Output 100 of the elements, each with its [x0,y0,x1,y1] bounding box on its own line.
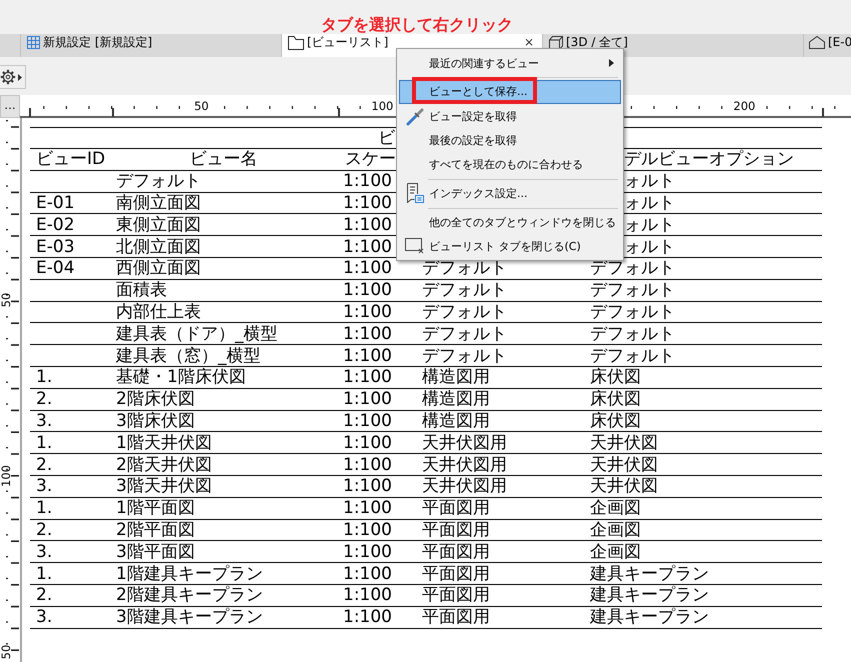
table-cell: E-02 [36,214,75,235]
table-cell: 1. [36,564,52,584]
table-title: ビ [378,128,395,148]
table-cell: 1:100 [343,454,392,475]
table-cell: 企画図 [590,498,641,518]
menu-item[interactable]: ビューリスト タブを閉じる(C) [399,234,621,258]
table-cell: デフォルト [590,258,675,278]
table-cell: 3. [36,542,52,562]
table-cell: 建具キープラン [590,564,709,584]
table-cell: デフォルト [422,280,507,300]
table-cell: 2階床伏図 [116,389,195,410]
table-cell: デフォルト [590,280,675,300]
table-cell: 天井伏図 [590,454,658,475]
column-header: デルビューオプション [624,149,794,170]
menu-item[interactable]: ビュー設定を取得 [399,104,621,128]
table-cell: デフォルト [590,324,675,344]
menu-item[interactable]: 最後の設定を取得 [399,128,621,152]
table-cell: 1. [36,498,52,518]
table-cell: 北側立面図 [116,236,201,257]
table-cell: 1階天井伏図 [116,432,212,453]
table-cell: 1:100 [343,280,392,300]
table-cell: デフォルト [422,258,507,278]
menu-item[interactable]: 他の全てのタブとウィンドウを閉じる [399,210,621,234]
settings-button[interactable] [0,65,26,89]
table-cell: ォルト [624,236,675,257]
table-cell: 天井伏図用 [422,432,507,453]
table-cell: 3. [36,410,52,431]
table-cell: 1:100 [343,367,392,388]
table-cell: 1:100 [343,171,392,192]
table-cell: 1:100 [343,585,392,606]
table-cell: 床伏図 [590,410,641,431]
ruler-label: 100 [0,465,12,487]
table-cell: 1. [36,367,52,388]
table-cell: 3階天井伏図 [116,476,212,496]
table-cell: 3階床伏図 [116,410,195,431]
table-cell: ォルト [624,193,675,213]
table-cell: ォルト [624,214,675,235]
ruler-label: 50 [0,644,12,660]
table-cell: 平面図用 [422,564,490,584]
table-cell: 1階平面図 [116,498,195,518]
menu-item[interactable]: すべてを現在のものに合わせる [399,152,621,177]
table-cell: 構造図用 [422,367,490,388]
table-cell: 床伏図 [590,367,641,388]
table-cell: 天井伏図用 [422,454,507,475]
table-cell: 基礎・1階床伏図 [116,367,246,388]
table-cell: 2階天井伏図 [116,454,212,475]
table-cell: 床伏図 [590,389,641,410]
table-cell: 1:100 [343,236,392,257]
table-cell: 1:100 [343,520,392,540]
table-cell: 天井伏図 [590,476,658,496]
more-button[interactable]: ... [0,95,20,118]
column-header: スケー [345,149,396,170]
caret-icon [18,74,22,80]
table-cell: 1:100 [343,258,392,278]
table-cell: 面積表 [116,280,167,300]
tab[interactable]: [E-0 [804,34,851,57]
table-cell: 構造図用 [422,389,490,410]
ruler-label: 200 [733,100,756,112]
window-close-icon [405,238,424,254]
table-cell: 1. [36,432,52,453]
table-cell: 南側立面図 [116,193,201,213]
table-cell: 3. [36,476,52,496]
table-cell: 1:100 [343,432,392,453]
close-tab-button[interactable]: × [524,37,534,48]
ruler-label: 50 [0,292,12,308]
table-cell: 平面図用 [422,542,490,562]
grid-icon [27,36,40,49]
table-cell: 2. [36,389,52,410]
table-cell: 天井伏図用 [422,476,507,496]
table-cell: 1:100 [343,476,392,496]
table-cell: 3階建具キープラン [116,607,263,628]
callout-text: タブを選択して右クリック [321,15,513,34]
gear-icon [0,69,16,85]
table-cell: 1:100 [343,389,392,410]
table-cell: E-03 [36,236,75,257]
table-cell: E-04 [36,258,75,278]
column-header: ビューID [36,149,106,170]
document-list-icon [406,183,424,204]
table-cell: 1:100 [343,302,392,322]
table-cell: 天井伏図 [590,432,658,453]
table-cell: 建具キープラン [590,585,709,606]
table-cell: 企画図 [590,542,641,562]
table-cell: 2. [36,520,52,540]
table-cell: デフォルト [422,324,507,344]
table-cell: 1:100 [343,498,392,518]
table-cell: ォルト [624,171,675,192]
table-cell: デフォルト [422,346,507,366]
table-cell: 2階建具キープラン [116,585,263,606]
table-cell: デフォルト [116,171,201,192]
table-cell: 2階平面図 [116,520,195,540]
ruler-label: 100 [371,100,394,112]
menu-item[interactable]: インデックス設定... [399,181,621,206]
table-cell: 1:100 [343,542,392,562]
table-cell: 建具表（ドア）_横型 [116,324,278,344]
table-cell: 1:100 [343,564,392,584]
folder-outline-icon [288,36,304,50]
table-cell: 1:100 [343,346,392,366]
table-cell: 1:100 [343,324,392,344]
ruler-label: 50 [194,100,209,112]
table-cell: 2. [36,454,52,475]
